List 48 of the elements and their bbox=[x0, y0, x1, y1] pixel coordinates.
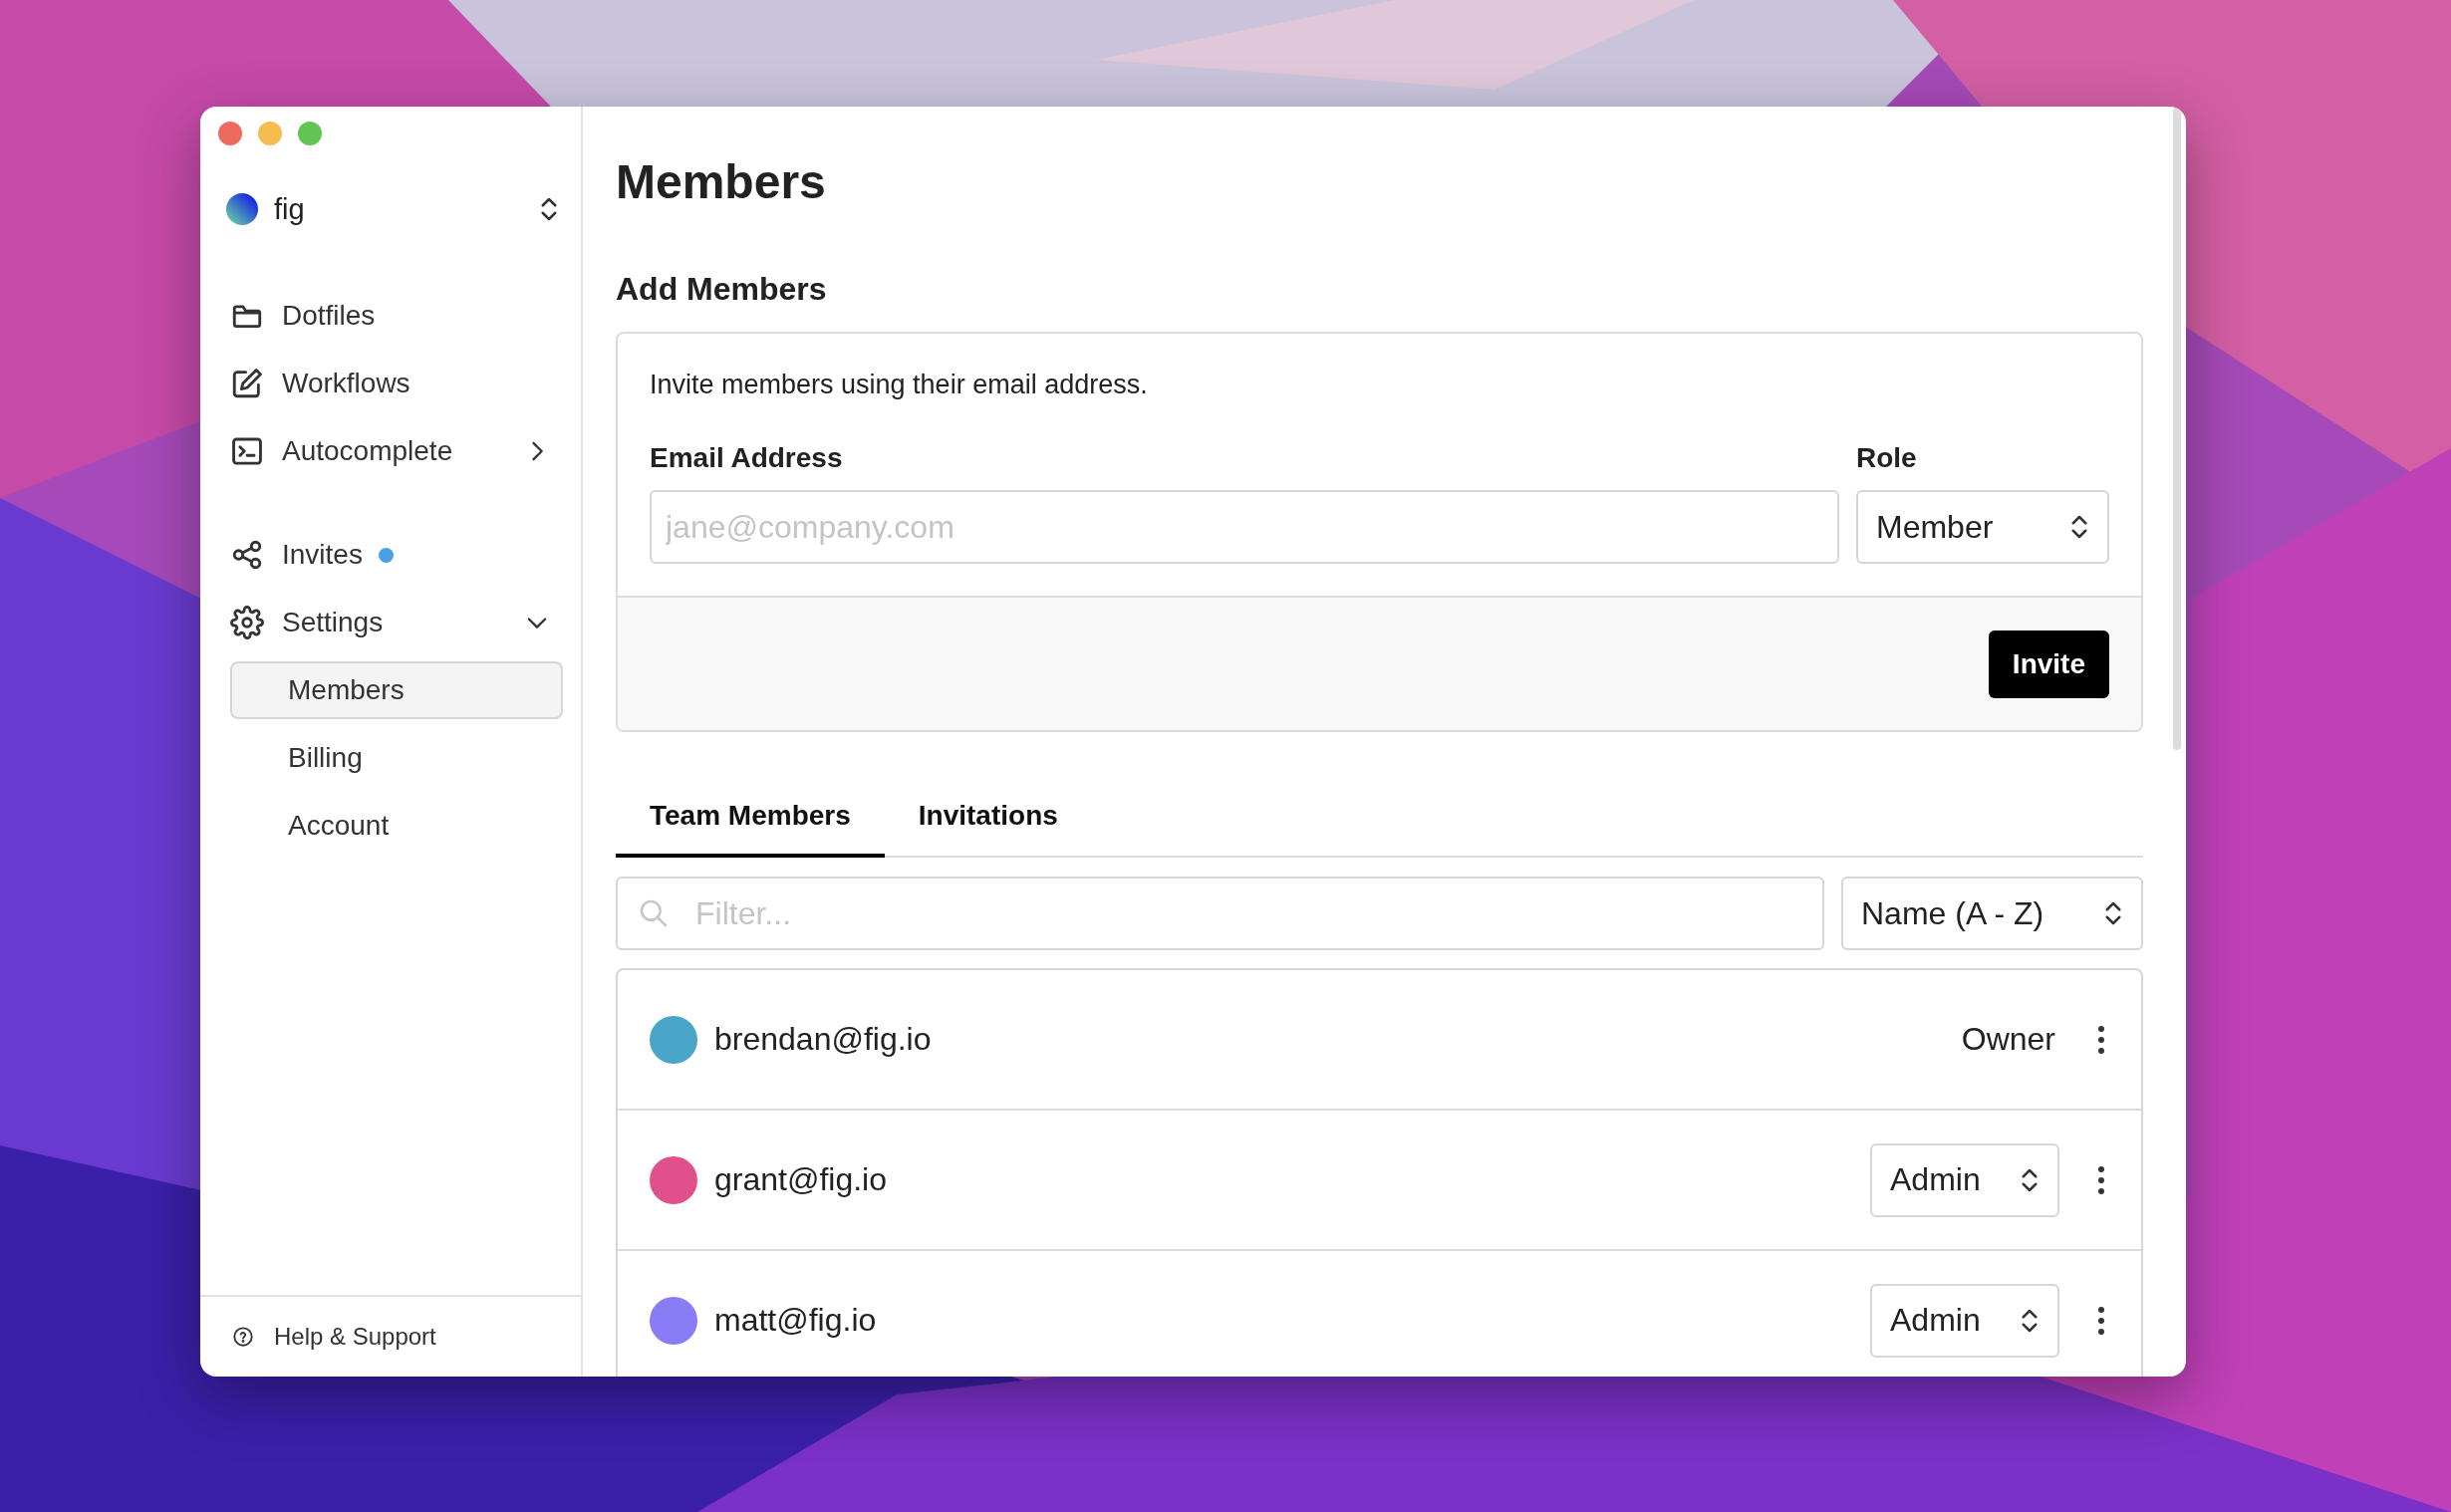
tab[interactable]: Team Members bbox=[616, 800, 885, 858]
more-icon bbox=[2097, 1024, 2105, 1055]
workspace-name: fig bbox=[274, 192, 306, 226]
sort-select[interactable]: Name (A - Z) bbox=[1841, 877, 2143, 950]
field-label: Role bbox=[1856, 442, 1918, 474]
email-input-field[interactable]: jane@company.com bbox=[650, 490, 1839, 564]
sidebar-item[interactable]: Invites bbox=[230, 521, 563, 589]
workspace-avatar bbox=[226, 193, 258, 225]
scrollbar-thumb[interactable] bbox=[2173, 107, 2181, 750]
help-link[interactable]: Help & Support bbox=[200, 1295, 581, 1377]
sidebar-item[interactable]: Settings bbox=[230, 589, 563, 656]
sidebar-item-label: Invites bbox=[282, 539, 363, 571]
description-text: Invite members using their email address. bbox=[650, 370, 1149, 400]
filter-field[interactable]: Filter... bbox=[616, 877, 1824, 950]
member-email: matt@fig.io bbox=[714, 1302, 878, 1339]
section-heading: Add Members bbox=[616, 271, 828, 308]
minimize-window-button[interactable] bbox=[258, 122, 282, 145]
settings-icon bbox=[230, 606, 264, 639]
sidebar-subitem[interactable]: Billing bbox=[230, 729, 563, 787]
sidebar-subitem[interactable]: Members bbox=[230, 661, 563, 719]
edit-icon bbox=[230, 367, 264, 400]
role-select[interactable]: Member bbox=[1856, 490, 2109, 564]
workspace-switcher[interactable]: fig bbox=[226, 184, 559, 234]
invite-button[interactable]: Invite bbox=[1988, 630, 2109, 698]
role-select[interactable]: Admin bbox=[1870, 1142, 2059, 1217]
member-role: Owner bbox=[1961, 1021, 2055, 1058]
sidebar-item[interactable]: Workflows bbox=[230, 350, 563, 417]
sidebar-item-label: Autocomplete bbox=[282, 435, 453, 467]
sidebar-item[interactable]: Dotfiles bbox=[230, 282, 563, 350]
more-icon bbox=[2097, 1305, 2105, 1336]
sidebar-subitem[interactable]: Account bbox=[230, 797, 563, 855]
tab[interactable]: Invitations bbox=[884, 800, 1092, 858]
role-select[interactable]: Admin bbox=[1870, 1283, 2059, 1358]
member-email: brendan@fig.io bbox=[714, 1021, 933, 1058]
zoom-window-button[interactable] bbox=[298, 122, 322, 145]
sidebar-item[interactable]: Autocomplete bbox=[230, 417, 563, 485]
search-icon bbox=[638, 897, 670, 929]
member-email: grant@fig.io bbox=[714, 1161, 888, 1198]
help-icon bbox=[232, 1326, 254, 1348]
sidebar-item-label: Dotfiles bbox=[282, 300, 376, 332]
help-label: Help & Support bbox=[274, 1323, 436, 1351]
sidebar-item-label: Settings bbox=[282, 607, 384, 638]
sidebar-item-label: Workflows bbox=[282, 368, 410, 399]
share-icon bbox=[230, 538, 264, 572]
field-label: Email Address bbox=[650, 442, 844, 474]
close-window-button[interactable] bbox=[218, 122, 242, 145]
more-icon bbox=[2097, 1164, 2105, 1195]
page-title: Members bbox=[616, 154, 827, 209]
